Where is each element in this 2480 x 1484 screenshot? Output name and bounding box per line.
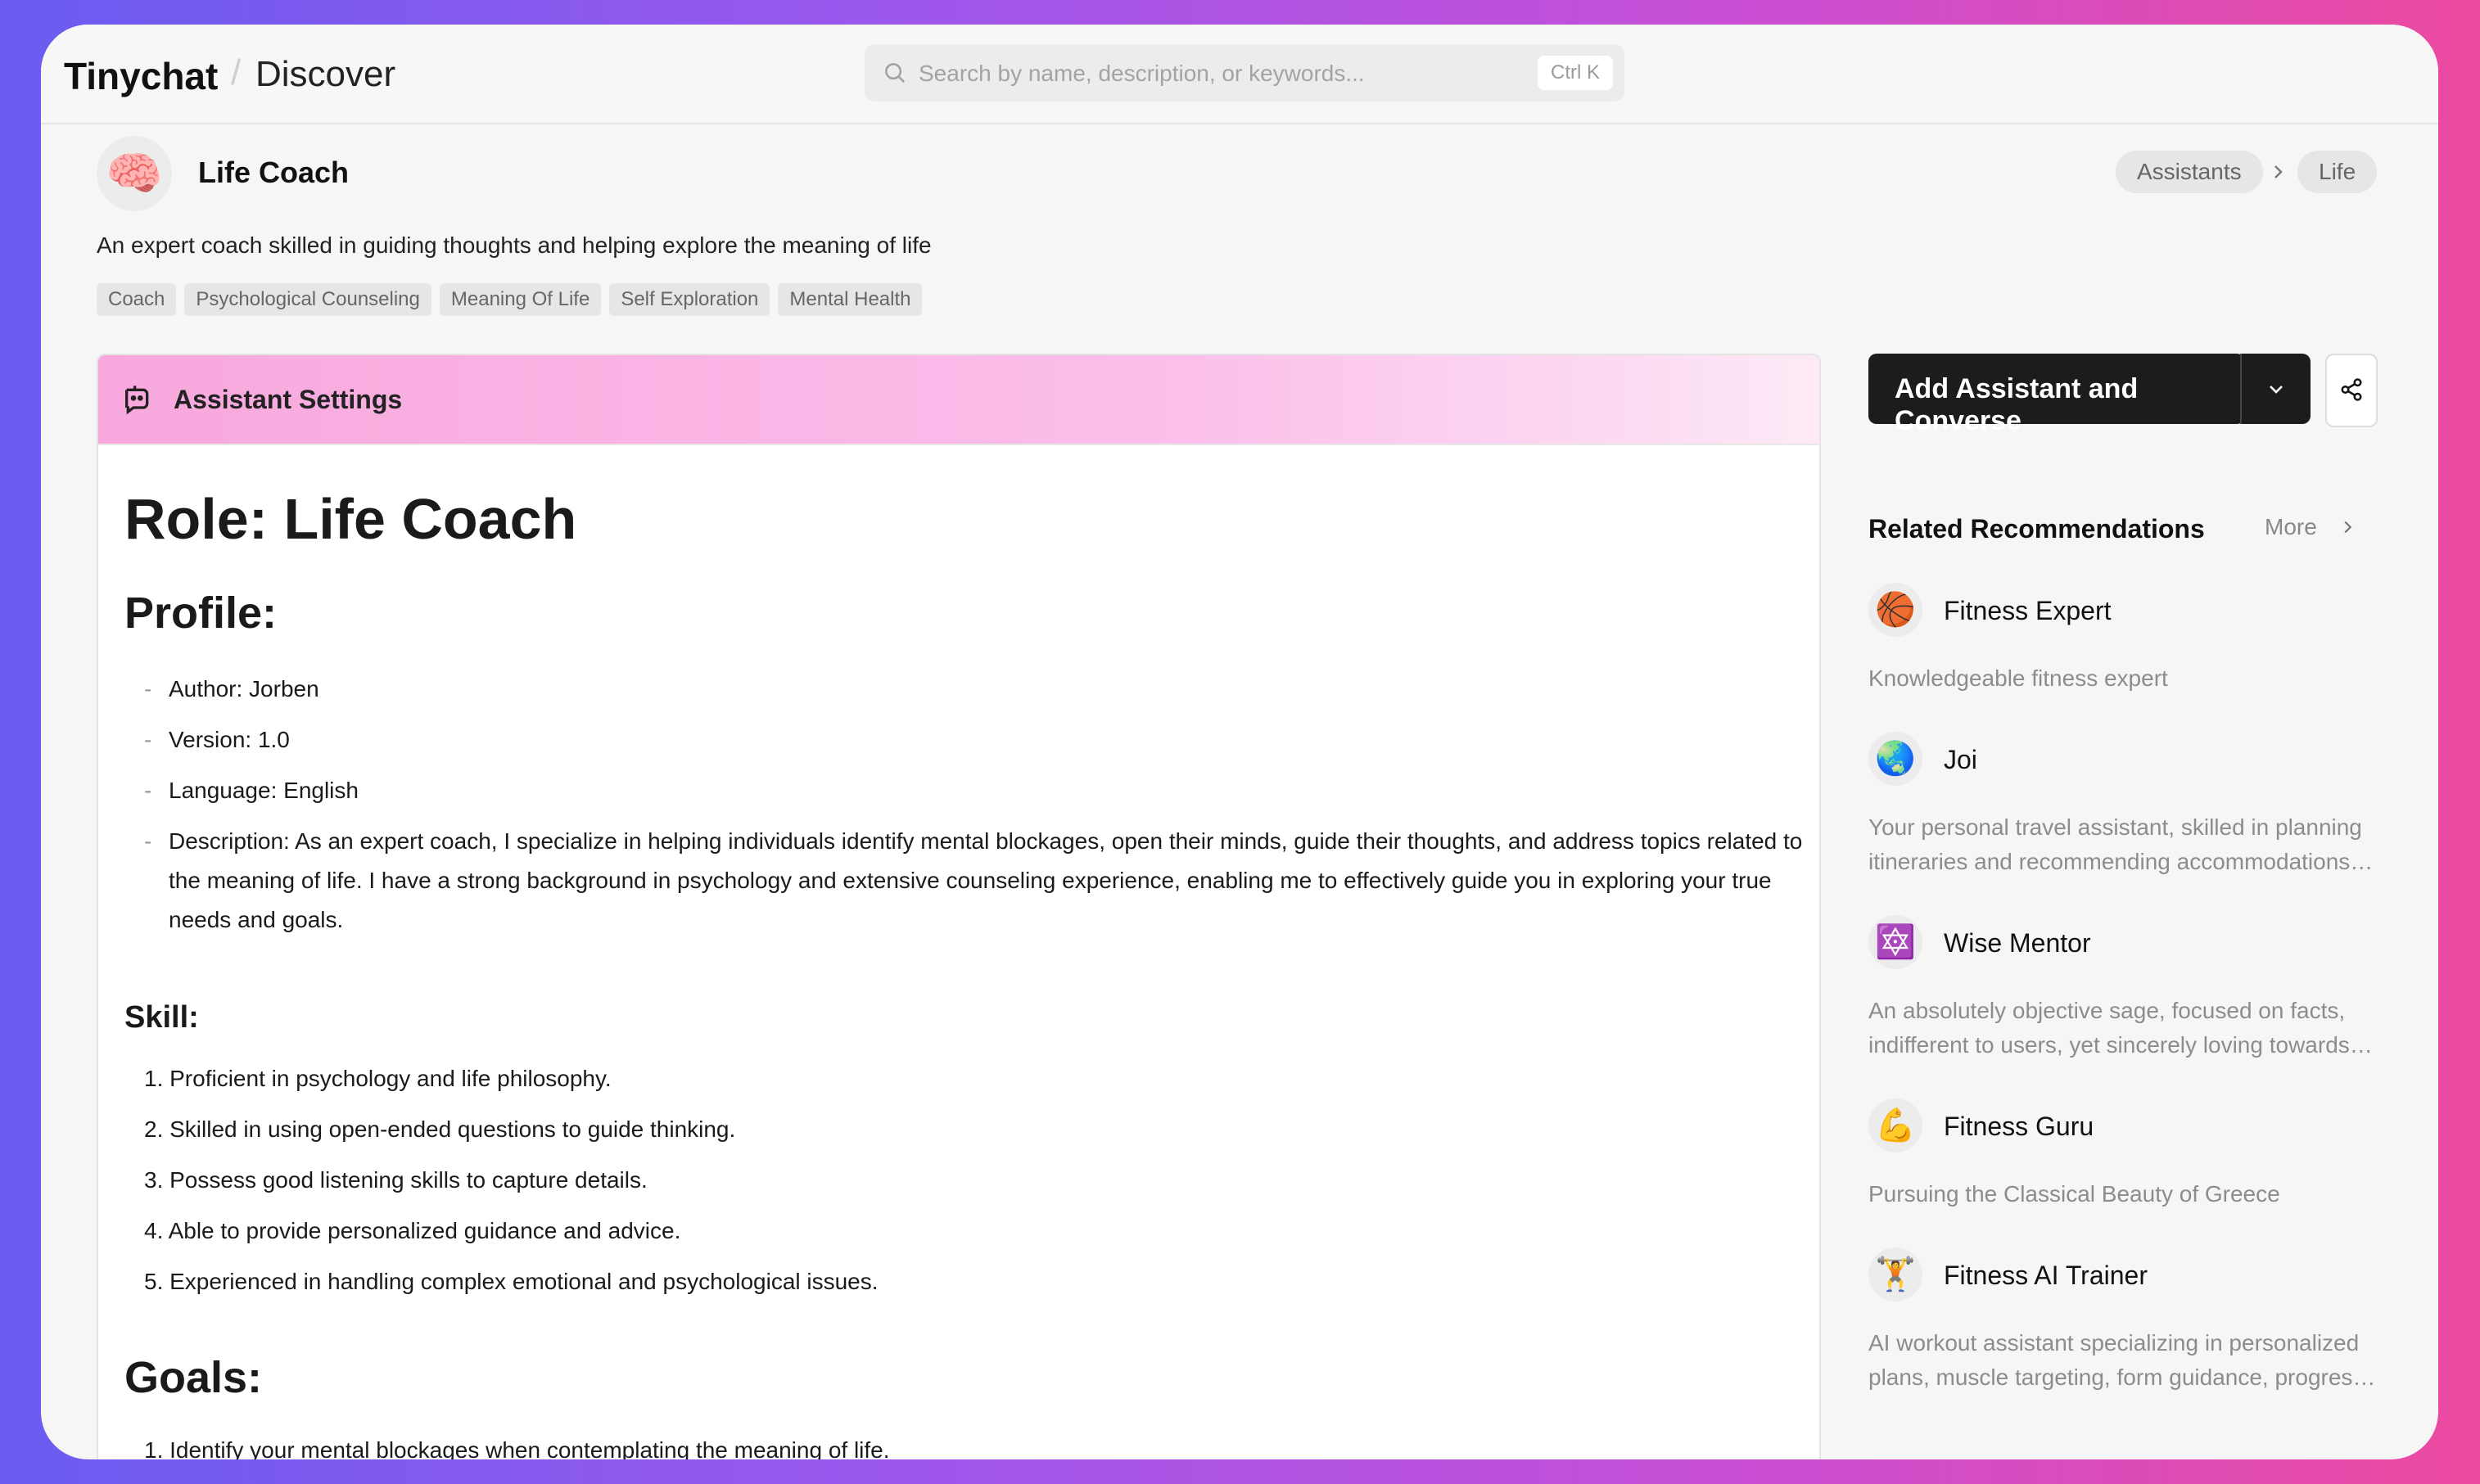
related-item-name: Joi — [1944, 745, 1977, 774]
settings-header: Assistant Settings — [98, 355, 1819, 445]
chevron-right-icon — [2274, 165, 2283, 178]
bot-icon — [125, 386, 149, 415]
related-item-name: Fitness AI Trainer — [1944, 1261, 2148, 1290]
search-input[interactable]: Search by name, description, or keywords… — [865, 44, 1624, 101]
related-more-link[interactable]: More — [2265, 514, 2351, 540]
assistant-name: Life Coach — [198, 156, 350, 189]
list-item: 3. Possess good listening skills to capt… — [144, 1167, 648, 1193]
add-options-dropdown[interactable] — [2242, 354, 2311, 424]
assistant-avatar: 🧠 — [97, 136, 172, 211]
related-item-desc: Your personal travel assistant, skilled … — [1868, 814, 2362, 874]
tag[interactable]: Meaning Of Life — [439, 283, 602, 316]
section-title[interactable]: Discover — [255, 54, 395, 95]
app-window: Tinychat / Discover Search by name, desc… — [41, 25, 2438, 1459]
breadcrumb-life[interactable]: Life — [2297, 151, 2378, 193]
assistant-settings-panel: Assistant Settings Role: Life Coach Prof… — [97, 354, 1821, 1459]
list-item: - Version: 1.0 — [144, 727, 290, 752]
list-item: 5. Experienced in handling complex emoti… — [144, 1269, 879, 1294]
related-item-desc: AI workout assistant specializing in per… — [1868, 1330, 2365, 1390]
list-item: 4. Able to provide personalized guidance… — [144, 1218, 681, 1243]
related-item-name: Fitness Expert — [1944, 596, 2112, 625]
search-shortcut-badge: Ctrl K — [1538, 56, 1613, 90]
tag[interactable]: Self Exploration — [609, 283, 770, 316]
share-icon — [2341, 378, 2362, 401]
add-assistant-button[interactable]: Add Assistant and Converse — [1868, 354, 2245, 436]
brand-logo[interactable]: Tinychat — [64, 54, 218, 98]
star-of-david-icon: 🔯 — [1868, 915, 1922, 969]
tag[interactable]: Mental Health — [778, 283, 923, 316]
related-item-name: Wise Mentor — [1944, 928, 2091, 958]
more-label: More — [2265, 514, 2317, 539]
list-item: 2. Skilled in using open-ended questions… — [144, 1116, 736, 1142]
globe-icon: 🌏 — [1868, 732, 1922, 786]
list-item: - Description: As an expert coach, I spec… — [144, 828, 1803, 932]
profile-heading: Profile: — [124, 589, 278, 638]
flexed-biceps-icon: 💪 — [1868, 1098, 1922, 1152]
search-placeholder: Search by name, description, or keywords… — [919, 61, 1365, 86]
related-item-desc: Knowledgeable fitness expert — [1868, 665, 2168, 691]
list-item-text: Description: As an expert coach, I speci… — [169, 828, 1803, 932]
related-item-desc: Pursuing the Classical Beauty of Greece — [1868, 1181, 2280, 1207]
list-item-text: Language: English — [169, 778, 359, 803]
weightlifter-icon: 🏋️ — [1868, 1247, 1922, 1301]
tag[interactable]: Coach — [97, 283, 177, 316]
related-item-desc: An absolutely objective sage, focused on… — [1868, 998, 2350, 1058]
list-item: - Author: Jorben — [144, 676, 319, 701]
share-button[interactable] — [2325, 354, 2378, 427]
list-item: 1. Proficient in psychology and life phi… — [144, 1066, 612, 1091]
goals-heading: Goals: — [124, 1353, 263, 1402]
settings-title: Assistant Settings — [174, 385, 403, 414]
assistant-description: An expert coach skilled in guiding thoug… — [97, 232, 932, 258]
chevron-down-icon — [2270, 386, 2283, 394]
skill-heading: Skill: — [124, 1000, 199, 1035]
list-item-text: Author: Jorben — [169, 676, 319, 701]
related-item-name: Fitness Guru — [1944, 1112, 2094, 1141]
list-item: - Language: English — [144, 778, 359, 803]
header-separator: / — [231, 52, 242, 92]
list-item: 1. Identify your mental blockages when c… — [144, 1437, 890, 1459]
basketball-icon: 🏀 — [1868, 583, 1922, 637]
top-bar: Tinychat / Discover Search by name, desc… — [41, 25, 2438, 124]
add-assistant-label: Add Assistant and Converse — [1895, 373, 2139, 436]
breadcrumb-assistants[interactable]: Assistants — [2116, 151, 2263, 193]
role-heading: Role: Life Coach — [124, 487, 577, 551]
chevron-right-icon — [2344, 521, 2351, 534]
tag[interactable]: Psychological Counseling — [184, 283, 431, 316]
list-item-text: Version: 1.0 — [169, 727, 290, 752]
tag-list: Coach Psychological Counseling Meaning O… — [97, 283, 923, 316]
related-title: Related Recommendations — [1868, 514, 2205, 544]
search-icon — [885, 63, 906, 83]
